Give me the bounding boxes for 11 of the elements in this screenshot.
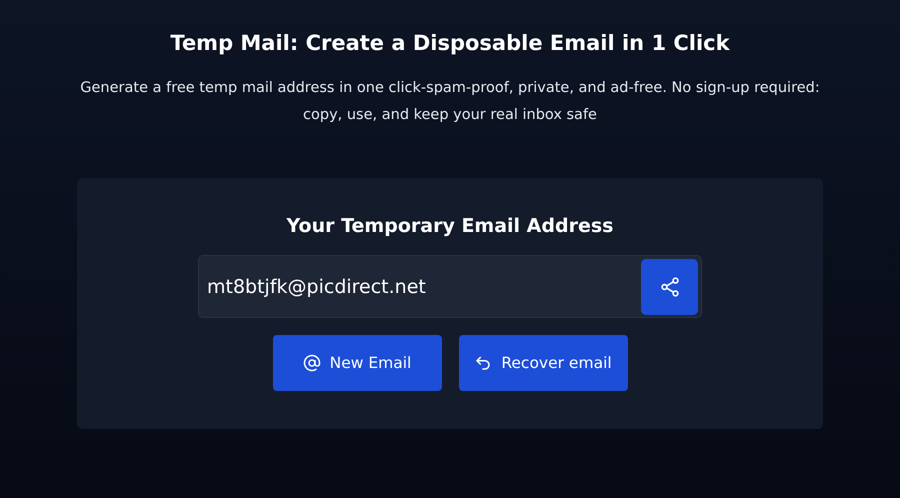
undo-arrow-icon [474,354,492,372]
share-button[interactable] [641,258,698,314]
email-field[interactable]: mt8btjfk@picdirect.net [198,255,702,318]
card-title: Your Temporary Email Address [286,215,614,237]
recover-email-button[interactable]: Recover email [458,335,628,391]
new-email-button[interactable]: New Email [272,335,442,391]
page-subtitle: Generate a free temp mail address in one click-spam-proof, private, and ad-free. No sign-up required: copy, use, and keep your real inbox safe [79,79,821,125]
page-title: Temp Mail: Create a Disposable Email in 1 Click [170,31,730,55]
email-address: mt8btjfk@picdirect.net [207,276,426,298]
share-icon [658,276,680,298]
at-sign-icon [302,354,321,372]
